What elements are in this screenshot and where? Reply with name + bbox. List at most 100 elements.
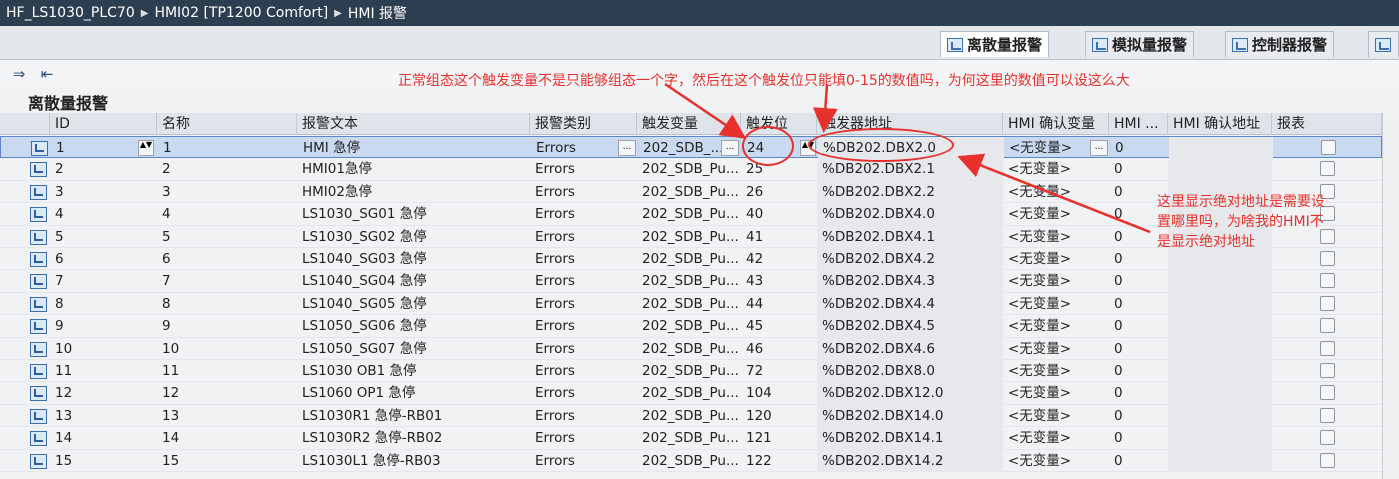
- cell-alarm-class[interactable]: Errors: [530, 248, 637, 270]
- cell-trigger-address[interactable]: %DB202.DBX14.0: [817, 404, 1003, 427]
- cell-id[interactable]: 6: [50, 248, 157, 270]
- cell-hmi[interactable]: 0: [1109, 450, 1168, 472]
- insert-row-icon[interactable]: ⇒: [10, 66, 28, 82]
- cell-trigger-address[interactable]: %DB202.DBX14.1: [817, 427, 1003, 450]
- alarm-class-browse-button[interactable]: ...: [618, 140, 636, 156]
- cell-trigger-tag[interactable]: 202_SDB_Pu...: [637, 293, 741, 315]
- cell-trigger-address[interactable]: %DB202.DBX4.0: [817, 203, 1003, 226]
- cell-alarm-text[interactable]: LS1040_SG05 急停: [297, 293, 530, 315]
- report-checkbox[interactable]: [1320, 452, 1335, 468]
- cell-trigger-address[interactable]: %DB202.DBX12.0: [817, 382, 1003, 405]
- col-header-hmi-ack-tag[interactable]: HMI 确认变量: [1003, 113, 1109, 135]
- cell-alarm-class[interactable]: Errors: [530, 427, 637, 449]
- cell-trigger-bit[interactable]: 122: [741, 450, 817, 472]
- cell-hmi-ack-tag[interactable]: <无变量>: [1003, 360, 1109, 382]
- cell-name[interactable]: 1: [158, 137, 298, 159]
- cell-trigger-bit[interactable]: 41: [741, 226, 817, 248]
- cell-hmi[interactable]: 0: [1109, 360, 1168, 382]
- cell-trigger-tag[interactable]: 202_SDB_Pu...: [637, 158, 741, 180]
- cell-name[interactable]: 12: [157, 382, 297, 404]
- tab-discrete-alarms[interactable]: 离散量报警: [940, 31, 1050, 57]
- cell-trigger-tag[interactable]: 202_SDB_Pu...: [637, 450, 741, 472]
- cell-id[interactable]: 7: [50, 270, 157, 292]
- cell-hmi-ack-tag[interactable]: <无变量>: [1003, 315, 1109, 337]
- add-row-icon[interactable]: ⇤: [38, 66, 56, 82]
- cell-hmi[interactable]: 0: [1110, 137, 1169, 159]
- table-row[interactable]: 13 13 LS1030R1 急停-RB01 Errors 202_SDB_Pu... 1…: [0, 404, 1382, 428]
- cell-trigger-address[interactable]: %DB202.DBX4.3: [817, 270, 1003, 293]
- cell-alarm-text[interactable]: HMI02急停: [297, 181, 530, 203]
- tab-controller-alarms[interactable]: 控制器报警: [1225, 31, 1335, 57]
- cell-hmi[interactable]: 0: [1109, 158, 1168, 180]
- cell-trigger-tag[interactable]: 202_SDB_Pu...: [637, 405, 741, 427]
- table-row[interactable]: 8 8 LS1040_SG05 急停 Errors 202_SDB_Pu... 44 %DB…: [0, 292, 1382, 316]
- ack-tag-browse-button[interactable]: ...: [1090, 140, 1108, 156]
- cell-hmi[interactable]: 0: [1109, 315, 1168, 337]
- cell-trigger-bit[interactable]: 42: [741, 248, 817, 270]
- col-header-hmi[interactable]: HMI ...: [1109, 113, 1168, 135]
- cell-name[interactable]: 11: [157, 360, 297, 382]
- breadcrumb-project[interactable]: HF_LS1030_PLC70: [6, 5, 135, 21]
- cell-id[interactable]: 15: [50, 450, 157, 472]
- col-header-id[interactable]: ID: [50, 113, 157, 135]
- cell-trigger-address[interactable]: %DB202.DBX4.2: [817, 248, 1003, 270]
- cell-trigger-address[interactable]: %DB202.DBX4.4: [817, 292, 1003, 315]
- cell-name[interactable]: 15: [157, 450, 297, 472]
- vertical-scrollbar[interactable]: [1382, 113, 1399, 479]
- cell-hmi-ack-tag[interactable]: <无变量>: [1003, 248, 1109, 270]
- cell-alarm-class[interactable]: Errors: [530, 158, 637, 180]
- cell-name[interactable]: 9: [157, 315, 297, 337]
- cell-trigger-bit[interactable]: 40: [741, 203, 817, 225]
- cell-trigger-address[interactable]: %DB202.DBX4.5: [817, 315, 1003, 338]
- cell-alarm-text[interactable]: LS1050_SG06 急停: [297, 315, 530, 337]
- table-row[interactable]: 15 15 LS1030L1 急停-RB03 Errors 202_SDB_Pu... 1…: [0, 449, 1382, 472]
- table-row[interactable]: 1 1 HMI 急停 Errors 202_SDB_... 24 %DB202.DBX2.0…: [0, 136, 1382, 159]
- id-spinner-icon[interactable]: ▲▼: [138, 140, 154, 156]
- cell-hmi-ack-tag[interactable]: <无变量>: [1003, 270, 1109, 292]
- cell-hmi-ack-tag[interactable]: <无变量>: [1003, 450, 1109, 472]
- cell-alarm-text[interactable]: HMI01急停: [297, 158, 530, 180]
- table-row[interactable]: 2 2 HMI01急停 Errors 202_SDB_Pu... 25 %DB202.DBX…: [0, 158, 1382, 181]
- cell-alarm-class[interactable]: Errors: [530, 203, 637, 225]
- cell-trigger-bit[interactable]: 121: [741, 427, 817, 449]
- report-checkbox[interactable]: [1320, 363, 1335, 378]
- cell-name[interactable]: 8: [157, 293, 297, 315]
- report-checkbox[interactable]: [1320, 407, 1335, 423]
- cell-alarm-text[interactable]: LS1040_SG04 急停: [297, 270, 530, 292]
- cell-hmi-ack-tag[interactable]: <无变量>: [1003, 427, 1109, 449]
- cell-trigger-address[interactable]: %DB202.DBX4.6: [817, 337, 1003, 360]
- cell-alarm-text[interactable]: LS1060 OP1 急停: [297, 382, 530, 404]
- cell-trigger-tag[interactable]: 202_SDB_Pu...: [637, 315, 741, 337]
- breadcrumb-page[interactable]: HMI 报警: [348, 3, 407, 23]
- cell-name[interactable]: 5: [157, 226, 297, 248]
- cell-trigger-bit[interactable]: 45: [741, 315, 817, 337]
- cell-trigger-bit[interactable]: 44: [741, 293, 817, 315]
- cell-hmi-ack-tag[interactable]: <无变量>: [1003, 293, 1109, 315]
- report-checkbox[interactable]: [1320, 161, 1335, 177]
- cell-hmi-ack-tag[interactable]: <无变量>: [1003, 405, 1109, 427]
- cell-alarm-text[interactable]: HMI 急停: [298, 137, 531, 159]
- cell-id[interactable]: 11: [50, 360, 157, 382]
- col-header-hmi-ack-address[interactable]: HMI 确认地址: [1168, 113, 1272, 135]
- cell-id[interactable]: 2: [50, 158, 157, 180]
- cell-alarm-text[interactable]: LS1040_SG03 急停: [297, 248, 530, 270]
- cell-name[interactable]: 7: [157, 270, 297, 292]
- cell-alarm-text[interactable]: LS1030_SG01 急停: [297, 203, 530, 225]
- cell-hmi[interactable]: 0: [1109, 427, 1168, 449]
- cell-hmi[interactable]: 0: [1109, 270, 1168, 292]
- cell-alarm-class[interactable]: Errors: [530, 181, 637, 203]
- report-checkbox[interactable]: [1320, 295, 1335, 311]
- cell-alarm-class[interactable]: Errors: [530, 360, 637, 382]
- tab-analog-alarms[interactable]: 模拟量报警: [1085, 31, 1195, 57]
- cell-alarm-text[interactable]: LS1030_SG02 急停: [297, 226, 530, 248]
- cell-id[interactable]: 3: [50, 181, 157, 203]
- cell-alarm-text[interactable]: LS1030R2 急停-RB02: [297, 427, 530, 449]
- cell-trigger-bit[interactable]: 72: [741, 360, 817, 382]
- cell-alarm-text[interactable]: LS1030R1 急停-RB01: [297, 405, 530, 427]
- report-checkbox[interactable]: [1321, 140, 1336, 155]
- cell-alarm-class[interactable]: Errors: [530, 315, 637, 337]
- cell-alarm-text[interactable]: LS1030L1 急停-RB03: [297, 450, 530, 472]
- cell-alarm-class[interactable]: Errors: [530, 338, 637, 360]
- cell-id[interactable]: 4: [50, 203, 157, 225]
- cell-name[interactable]: 3: [157, 181, 297, 203]
